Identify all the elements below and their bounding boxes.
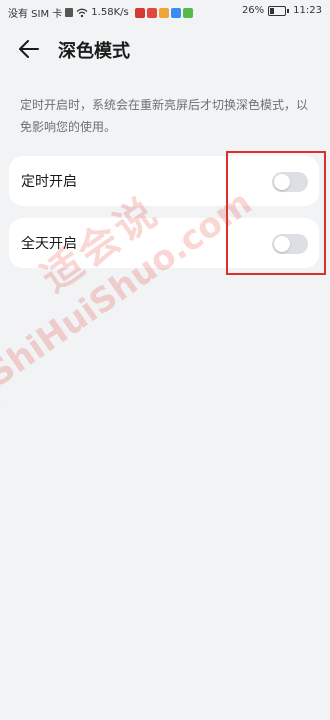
header: 深色模式 — [0, 32, 330, 66]
battery-tip — [287, 8, 290, 13]
watermark-www: www. — [0, 397, 4, 428]
app-notification-icon — [134, 7, 145, 18]
status-right: 26% 11:23 — [242, 5, 322, 16]
annotation-highlight-box — [226, 151, 326, 275]
app-notification-icon — [182, 7, 193, 18]
back-button[interactable] — [16, 36, 42, 62]
arrow-left-icon — [19, 40, 39, 58]
description-text: 定时开启时，系统会在重新亮屏后才切换深色模式，以免影响您的使用。 — [20, 98, 309, 134]
app-notification-icon — [158, 7, 169, 18]
sim-icon — [65, 8, 74, 17]
wifi-icon — [76, 8, 88, 17]
clock: 11:23 — [293, 5, 322, 16]
setting-label: 定时开启 — [21, 174, 77, 190]
watermark-en: ShiHuiShuo.com — [0, 182, 260, 395]
status-left: 没有 SIM 卡 1.58K/s — [8, 5, 193, 20]
battery-icon — [268, 5, 287, 16]
status-bar: 没有 SIM 卡 1.58K/s 26% 11:23 — [0, 0, 330, 24]
setting-label: 全天开启 — [21, 236, 77, 252]
network-speed: 1.58K/s — [91, 7, 129, 18]
battery-level — [270, 7, 275, 14]
carrier-text: 没有 SIM 卡 — [8, 9, 63, 20]
battery-percent: 26% — [241, 5, 265, 16]
app-notification-icon — [146, 7, 157, 18]
notification-icons — [134, 7, 193, 18]
app-notification-icon — [170, 7, 181, 18]
page-title: 深色模式 — [58, 41, 130, 62]
